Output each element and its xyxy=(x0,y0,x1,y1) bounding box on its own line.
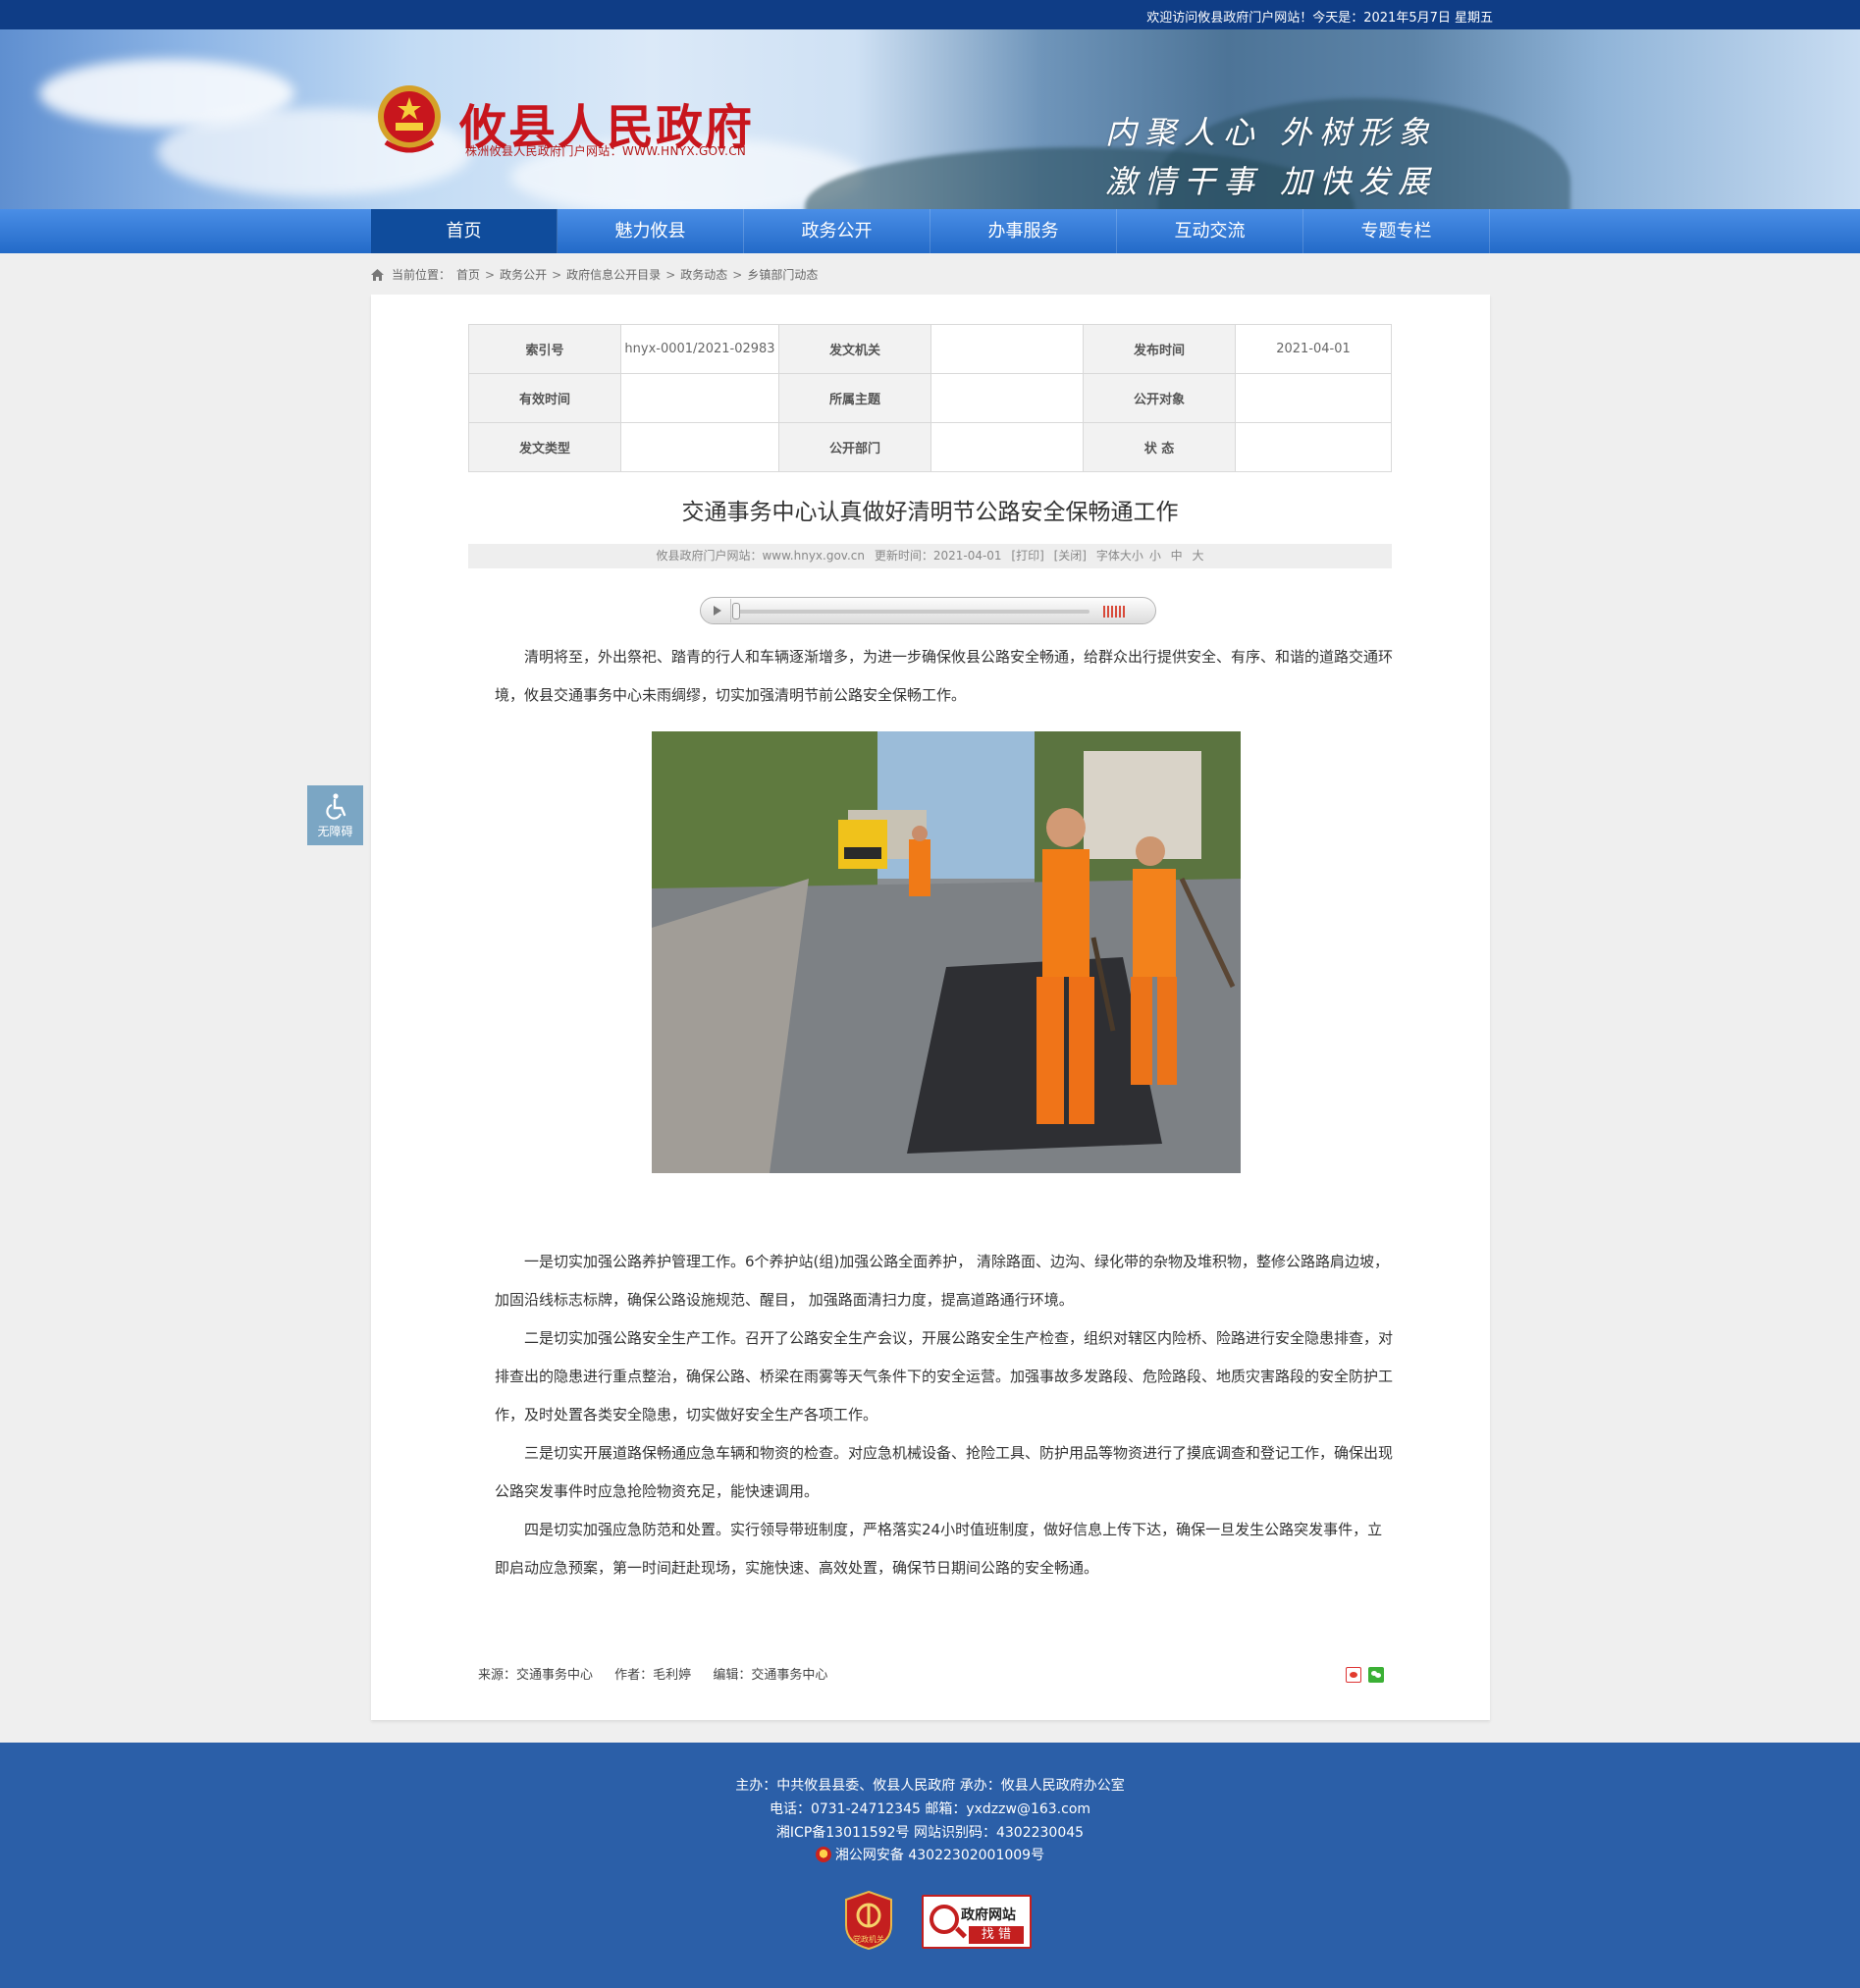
site-source-text: 攸县政府门户网站：www.hnyx.gov.cn xyxy=(656,549,865,563)
audio-player xyxy=(700,597,1156,624)
meta-value xyxy=(930,324,1084,374)
police-record-text: 湘公网安备 43022302001009号 xyxy=(834,1848,1045,1863)
party-badge-text: 党政机关 xyxy=(853,1934,884,1944)
volume-icon[interactable] xyxy=(1103,606,1127,618)
meta-value xyxy=(1235,422,1392,472)
footer: 主办：中共攸县县委、攸县人民政府 承办：攸县人民政府办公室 电话：0731-24… xyxy=(0,1743,1860,1988)
nav-item-home[interactable]: 首页 xyxy=(371,209,558,253)
meta-key: 有效时间 xyxy=(468,373,621,423)
meta-value: 2021-04-01 xyxy=(1235,324,1392,374)
national-emblem-icon xyxy=(378,85,441,153)
table-row: 有效时间 所属主题 公开对象 xyxy=(468,373,1392,423)
party-gov-org-badge[interactable]: 党政机关 xyxy=(844,1890,893,1951)
font-size-small-link[interactable]: 小 xyxy=(1149,549,1161,563)
breadcrumb-prefix: 当前位置： xyxy=(392,268,452,282)
article-photo-road-workers xyxy=(652,731,1241,1173)
meta-value xyxy=(1235,373,1392,423)
audio-progress-track[interactable] xyxy=(736,610,1089,614)
breadcrumb-separator: > xyxy=(485,267,496,282)
meta-key: 发布时间 xyxy=(1083,324,1236,374)
error-badge-title: 政府网站 xyxy=(961,1907,1016,1923)
meta-key: 发文类型 xyxy=(468,422,621,472)
header-banner: 攸县人民政府 株洲攸县人民政府门户网站：WWW.HNYX.GOV.CN 内聚人心… xyxy=(0,29,1860,209)
table-row: 索引号 hnyx-0001/2021-02983 发文机关 发布时间 2021-… xyxy=(468,324,1392,374)
meta-key: 公开对象 xyxy=(1083,373,1236,423)
meta-value xyxy=(620,373,779,423)
weibo-share-icon[interactable] xyxy=(1346,1667,1361,1683)
article-title: 交通事务中心认真做好清明节公路安全保畅通工作 xyxy=(681,500,1179,525)
site-subtitle: 株洲攸县人民政府门户网站：WWW.HNYX.GOV.CN xyxy=(465,144,747,158)
breadcrumb-separator: > xyxy=(665,267,676,282)
article-paragraph: 一是切实加强公路养护管理工作。6个养护站(组)加强公路全面养护， 清除路面、边沟… xyxy=(495,1253,1390,1309)
breadcrumb-link-news[interactable]: 政务动态 xyxy=(680,266,727,283)
wheelchair-icon xyxy=(325,793,345,820)
gov-site-error-report-badge[interactable]: 政府网站 找 错 xyxy=(922,1895,1032,1949)
slogan-line-1: 内聚人心 外树形象 xyxy=(1105,114,1438,151)
accessibility-label: 无障碍 xyxy=(317,825,353,838)
footer-sponsor: 主办：中共攸县县委、攸县人民政府 承办：攸县人民政府办公室 xyxy=(735,1778,1125,1794)
nav-item-topics[interactable]: 专题专栏 xyxy=(1303,209,1490,253)
breadcrumb-separator: > xyxy=(552,267,562,282)
article-card: 索引号 hnyx-0001/2021-02983 发文机关 发布时间 2021-… xyxy=(371,295,1490,1720)
meta-value: hnyx-0001/2021-02983 xyxy=(620,324,779,374)
article-paragraph: 二是切实加强公路安全生产工作。召开了公路安全生产会议，开展公路安全生产检查，组织… xyxy=(495,1329,1394,1424)
source-text: 来源：交通事务中心 xyxy=(478,1668,594,1683)
meta-key: 发文机关 xyxy=(778,324,931,374)
police-badge-icon xyxy=(815,1847,831,1862)
update-time-text: 更新时间：2021-04-01 xyxy=(874,549,1002,563)
accessibility-button[interactable]: 无障碍 xyxy=(307,785,363,845)
meta-key: 公开部门 xyxy=(778,422,931,472)
nav-item-gov-affairs[interactable]: 政务公开 xyxy=(744,209,930,253)
breadcrumb-link-home[interactable]: 首页 xyxy=(456,266,480,283)
editor-text: 编辑：交通事务中心 xyxy=(713,1668,828,1683)
nav-item-charm[interactable]: 魅力攸县 xyxy=(558,209,744,253)
breadcrumb-separator: > xyxy=(732,267,743,282)
font-size-medium-link[interactable]: 中 xyxy=(1171,549,1183,563)
nav-item-interaction[interactable]: 互动交流 xyxy=(1117,209,1303,253)
footer-icp[interactable]: 湘ICP备13011592号 网站识别码：4302230045 xyxy=(0,1822,1860,1842)
slogan-line-2: 激情干事 加快发展 xyxy=(1105,163,1438,200)
footer-contact: 电话：0731-24712345 邮箱：yxdzzw@163.com xyxy=(769,1801,1091,1817)
home-icon xyxy=(371,268,384,281)
article-paragraph: 四是切实加强应急防范和处置。实行领导带班制度，严格落实24小时值班制度，做好信息… xyxy=(495,1521,1383,1577)
article-paragraph: 清明将至，外出祭祀、踏青的行人和车辆逐渐增多，为进一步确保攸县公路安全畅通，给群… xyxy=(495,648,1394,704)
meta-key: 状 态 xyxy=(1083,422,1236,472)
article-credits: 来源：交通事务中心 作者：毛利婷 编辑：交通事务中心 xyxy=(478,1664,827,1683)
close-link[interactable]: [关闭] xyxy=(1054,549,1087,563)
main-nav: 首页 魅力攸县 政务公开 办事服务 互动交流 专题专栏 xyxy=(0,209,1860,253)
error-badge-action: 找 错 xyxy=(969,1926,1024,1944)
table-row: 发文类型 公开部门 状 态 xyxy=(468,422,1392,472)
author-text: 作者：毛利婷 xyxy=(614,1668,692,1683)
font-size-label: 字体大小 xyxy=(1095,549,1143,563)
breadcrumb-link-catalog[interactable]: 政府信息公开目录 xyxy=(566,266,661,283)
magnifier-icon xyxy=(930,1905,959,1934)
play-icon[interactable] xyxy=(702,599,731,622)
top-bar: 欢迎访问攸县政府门户网站！今天是：2021年5月7日 星期五 xyxy=(0,0,1860,29)
welcome-text: 欢迎访问攸县政府门户网站！今天是：2021年5月7日 星期五 xyxy=(1146,11,1493,26)
font-size-large-link[interactable]: 大 xyxy=(1193,549,1204,563)
meta-key: 索引号 xyxy=(468,324,621,374)
metadata-table: 索引号 hnyx-0001/2021-02983 发文机关 发布时间 2021-… xyxy=(468,324,1392,472)
meta-value xyxy=(930,422,1084,472)
article-paragraph: 三是切实开展道路保畅通应急车辆和物资的检查。对应急机械设备、抢险工具、防护用品等… xyxy=(495,1444,1394,1500)
meta-value xyxy=(620,422,779,472)
breadcrumb-link-dept-news[interactable]: 乡镇部门动态 xyxy=(747,266,818,283)
footer-police-record[interactable]: 湘公网安备 43022302001009号 xyxy=(0,1845,1860,1864)
print-link[interactable]: [打印] xyxy=(1011,549,1043,563)
audio-progress-handle[interactable] xyxy=(732,603,740,619)
nav-item-services[interactable]: 办事服务 xyxy=(930,209,1117,253)
breadcrumb-link-gov-affairs[interactable]: 政务公开 xyxy=(500,266,547,283)
meta-key: 所属主题 xyxy=(778,373,931,423)
breadcrumb: 当前位置： 首页 > 政务公开 > 政府信息公开目录 > 政务动态 > 乡镇部门… xyxy=(371,266,818,283)
meta-value xyxy=(930,373,1084,423)
article-info-bar: 攸县政府门户网站：www.hnyx.gov.cn 更新时间：2021-04-01… xyxy=(468,544,1392,568)
wechat-share-icon[interactable] xyxy=(1368,1667,1384,1683)
